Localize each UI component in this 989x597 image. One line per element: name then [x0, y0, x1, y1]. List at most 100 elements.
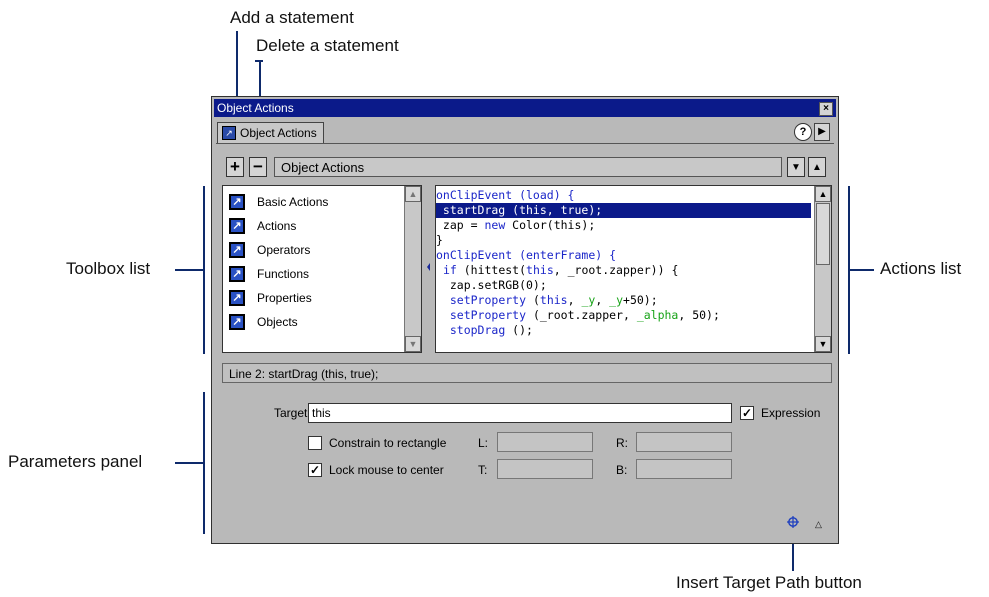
- target-input[interactable]: this: [308, 403, 732, 423]
- code-line[interactable]: stopDrag ();: [436, 323, 811, 338]
- callout-line-params-v: [203, 392, 205, 534]
- callout-line-toolbox-v: [203, 186, 205, 354]
- callout-toolbox-list: Toolbox list: [66, 259, 151, 278]
- code-token: , _root.zapper)) {: [553, 263, 679, 277]
- t-field: [497, 459, 593, 479]
- toolbox-list: ↗ Basic Actions ↗ Actions ↗ Operators ↗ …: [222, 185, 422, 353]
- lock-mouse-label: Lock mouse to center: [329, 463, 444, 477]
- callout-add-statement: Add a statement: [230, 8, 354, 27]
- toolbox-item-functions[interactable]: ↗ Functions: [229, 264, 309, 284]
- code-line-selected[interactable]: startDrag (this, true);: [436, 203, 811, 218]
- target-label: Target:: [274, 406, 311, 420]
- actions-scrollbar[interactable]: ▲ ▼: [814, 186, 831, 352]
- toolbox-item-label: Actions: [257, 219, 297, 233]
- code-token: onClipEvent (load) {: [436, 188, 575, 202]
- help-icon[interactable]: ?: [794, 123, 812, 141]
- expression-label: Expression: [761, 406, 821, 420]
- t-label: T:: [478, 463, 488, 477]
- scroll-down-arrow-icon[interactable]: ▼: [815, 336, 831, 352]
- tab-object-actions[interactable]: ↗ Object Actions: [217, 122, 324, 143]
- callout-line-actions-h: [848, 269, 874, 271]
- code-token: startDrag (this, true);: [436, 203, 603, 217]
- code-line[interactable]: zap = new Color(this);: [436, 218, 811, 233]
- constrain-label: Constrain to rectangle: [329, 436, 447, 450]
- toolbox-item-basic-actions[interactable]: ↗ Basic Actions: [229, 192, 328, 212]
- code-line[interactable]: if (hittest(this, _root.zapper)) {: [436, 263, 811, 278]
- book-icon: ↗: [229, 194, 245, 210]
- code-token: zap.setRGB(0);: [436, 278, 547, 292]
- code-line[interactable]: zap.setRGB(0);: [436, 278, 811, 293]
- move-up-button[interactable]: ▲: [808, 157, 826, 177]
- code-token: (_root.zapper,: [526, 308, 637, 322]
- code-token: (: [526, 293, 540, 307]
- toolbox-item-label: Operators: [257, 243, 311, 257]
- panel-splitter[interactable]: [425, 185, 433, 353]
- callout-tick-delete: [255, 60, 263, 62]
- callout-line-params-h: [175, 462, 203, 464]
- scroll-down-arrow-icon[interactable]: ▼: [405, 336, 421, 352]
- status-line: Line 2: startDrag (this, true);: [222, 363, 832, 383]
- panel-menu-arrow-icon[interactable]: ▶: [814, 123, 830, 141]
- code-line[interactable]: onClipEvent (enterFrame) {: [436, 248, 811, 263]
- code-line[interactable]: }: [436, 233, 811, 248]
- code-token: +50);: [623, 293, 658, 307]
- add-statement-button[interactable]: +: [226, 157, 244, 177]
- book-icon: ↗: [229, 290, 245, 306]
- arrow-book-icon: ↗: [222, 126, 236, 140]
- tab-label: Object Actions: [240, 126, 317, 140]
- code-line[interactable]: setProperty (this, _y, _y+50);: [436, 293, 811, 308]
- toolbox-item-objects[interactable]: ↗ Objects: [229, 312, 298, 332]
- window-titlebar[interactable]: Object Actions ×: [214, 99, 836, 117]
- code-token: _y: [609, 293, 624, 307]
- code-line[interactable]: onClipEvent (load) {: [436, 188, 811, 203]
- code-token: ,: [567, 293, 582, 307]
- code-token: onClipEvent (enterFrame) {: [436, 248, 617, 262]
- r-field: [636, 432, 732, 452]
- b-label: B:: [616, 463, 628, 477]
- code-line[interactable]: setProperty (_root.zapper, _alpha, 50);: [436, 308, 811, 323]
- book-icon: ↗: [229, 218, 245, 234]
- close-icon[interactable]: ×: [819, 102, 833, 116]
- constrain-checkbox[interactable]: [308, 436, 322, 450]
- triangle-up-icon[interactable]: △: [815, 519, 822, 530]
- b-field: [636, 459, 732, 479]
- code-token: ,: [595, 293, 610, 307]
- toolbox-item-actions[interactable]: ↗ Actions: [229, 216, 296, 236]
- lock-mouse-checkbox[interactable]: ✓: [308, 463, 322, 477]
- code-token: }: [436, 233, 443, 247]
- crosshair-target-icon[interactable]: [787, 516, 799, 528]
- code-token: this: [539, 293, 568, 307]
- toolbox-scrollbar[interactable]: ▲ ▼: [404, 186, 421, 352]
- scroll-up-arrow-icon[interactable]: ▲: [815, 186, 831, 202]
- code-token: setProperty: [449, 308, 527, 322]
- code-token: this: [526, 263, 554, 277]
- callout-actions-list: Actions list: [880, 259, 962, 278]
- window-title: Object Actions: [217, 101, 294, 115]
- scroll-up-arrow-icon[interactable]: ▲: [405, 186, 421, 202]
- toolbox-item-label: Basic Actions: [257, 195, 329, 209]
- code-token: _y: [581, 293, 596, 307]
- toolbox-item-operators[interactable]: ↗ Operators: [229, 240, 310, 260]
- expression-checkbox[interactable]: ✓: [740, 406, 754, 420]
- object-name-field: Object Actions: [274, 157, 782, 177]
- l-field: [497, 432, 593, 452]
- code-token: ();: [505, 323, 533, 337]
- callout-line-actions-v: [848, 186, 850, 354]
- callout-delete-statement: Delete a statement: [256, 36, 399, 55]
- delete-statement-button[interactable]: −: [249, 157, 267, 177]
- code-token: Color(this);: [505, 218, 596, 232]
- toolbox-item-label: Properties: [257, 291, 312, 305]
- scroll-thumb[interactable]: [816, 203, 830, 265]
- move-down-button[interactable]: ▼: [787, 157, 805, 177]
- code-token: if: [442, 263, 457, 277]
- book-icon: ↗: [229, 266, 245, 282]
- code-token: _alpha: [636, 308, 679, 322]
- book-icon: ↗: [229, 242, 245, 258]
- toolbox-item-properties[interactable]: ↗ Properties: [229, 288, 312, 308]
- object-actions-window: Object Actions × ↗ Object Actions ? ▶ + …: [211, 96, 839, 544]
- l-label: L:: [478, 436, 489, 450]
